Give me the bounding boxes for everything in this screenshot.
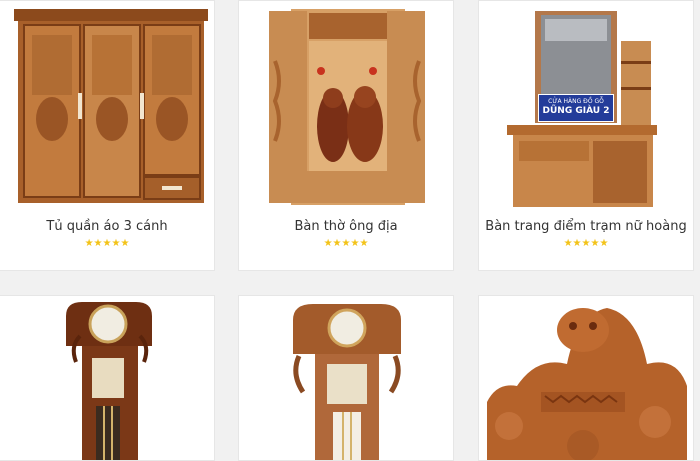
carved-panel-image[interactable] — [479, 296, 693, 460]
product-card[interactable]: Tủ quần áo 3 cánh ★★★★★ — [0, 0, 215, 271]
store-sign: CỬA HÀNG ĐỒ GỖ DŨNG GIÀU 2 — [538, 94, 614, 122]
wardrobe-image[interactable] — [0, 1, 214, 207]
product-name[interactable]: Tủ quần áo 3 cánh — [0, 219, 214, 234]
store-sign-line: DŨNG GIÀU 2 — [542, 106, 610, 116]
product-card[interactable] — [0, 295, 215, 461]
product-card[interactable]: CỬA HÀNG ĐỒ GỖ DŨNG GIÀU 2 Bàn trang điể… — [478, 0, 694, 271]
product-card[interactable] — [478, 295, 694, 461]
dressing-table-image[interactable]: CỬA HÀNG ĐỒ GỖ DŨNG GIÀU 2 — [479, 1, 693, 207]
product-grid: Tủ quần áo 3 cánh ★★★★★ Bàn thờ ông địa … — [0, 0, 700, 461]
rating-stars: ★★★★★ — [323, 238, 369, 249]
carved-clock-image[interactable] — [239, 296, 453, 460]
product-card[interactable] — [238, 295, 454, 461]
altar-image[interactable] — [239, 1, 453, 207]
product-card[interactable]: Bàn thờ ông địa ★★★★★ — [238, 0, 454, 271]
product-name[interactable]: Bàn thờ ông địa — [239, 219, 453, 234]
product-name[interactable]: Bàn trang điểm trạm nữ hoàng — [479, 219, 693, 234]
rating-stars: ★★★★★ — [84, 238, 130, 249]
grandfather-clock-image[interactable] — [0, 296, 214, 460]
rating-stars: ★★★★★ — [563, 238, 609, 249]
store-sign-line: CỬA HÀNG ĐỒ GỖ — [548, 98, 604, 105]
